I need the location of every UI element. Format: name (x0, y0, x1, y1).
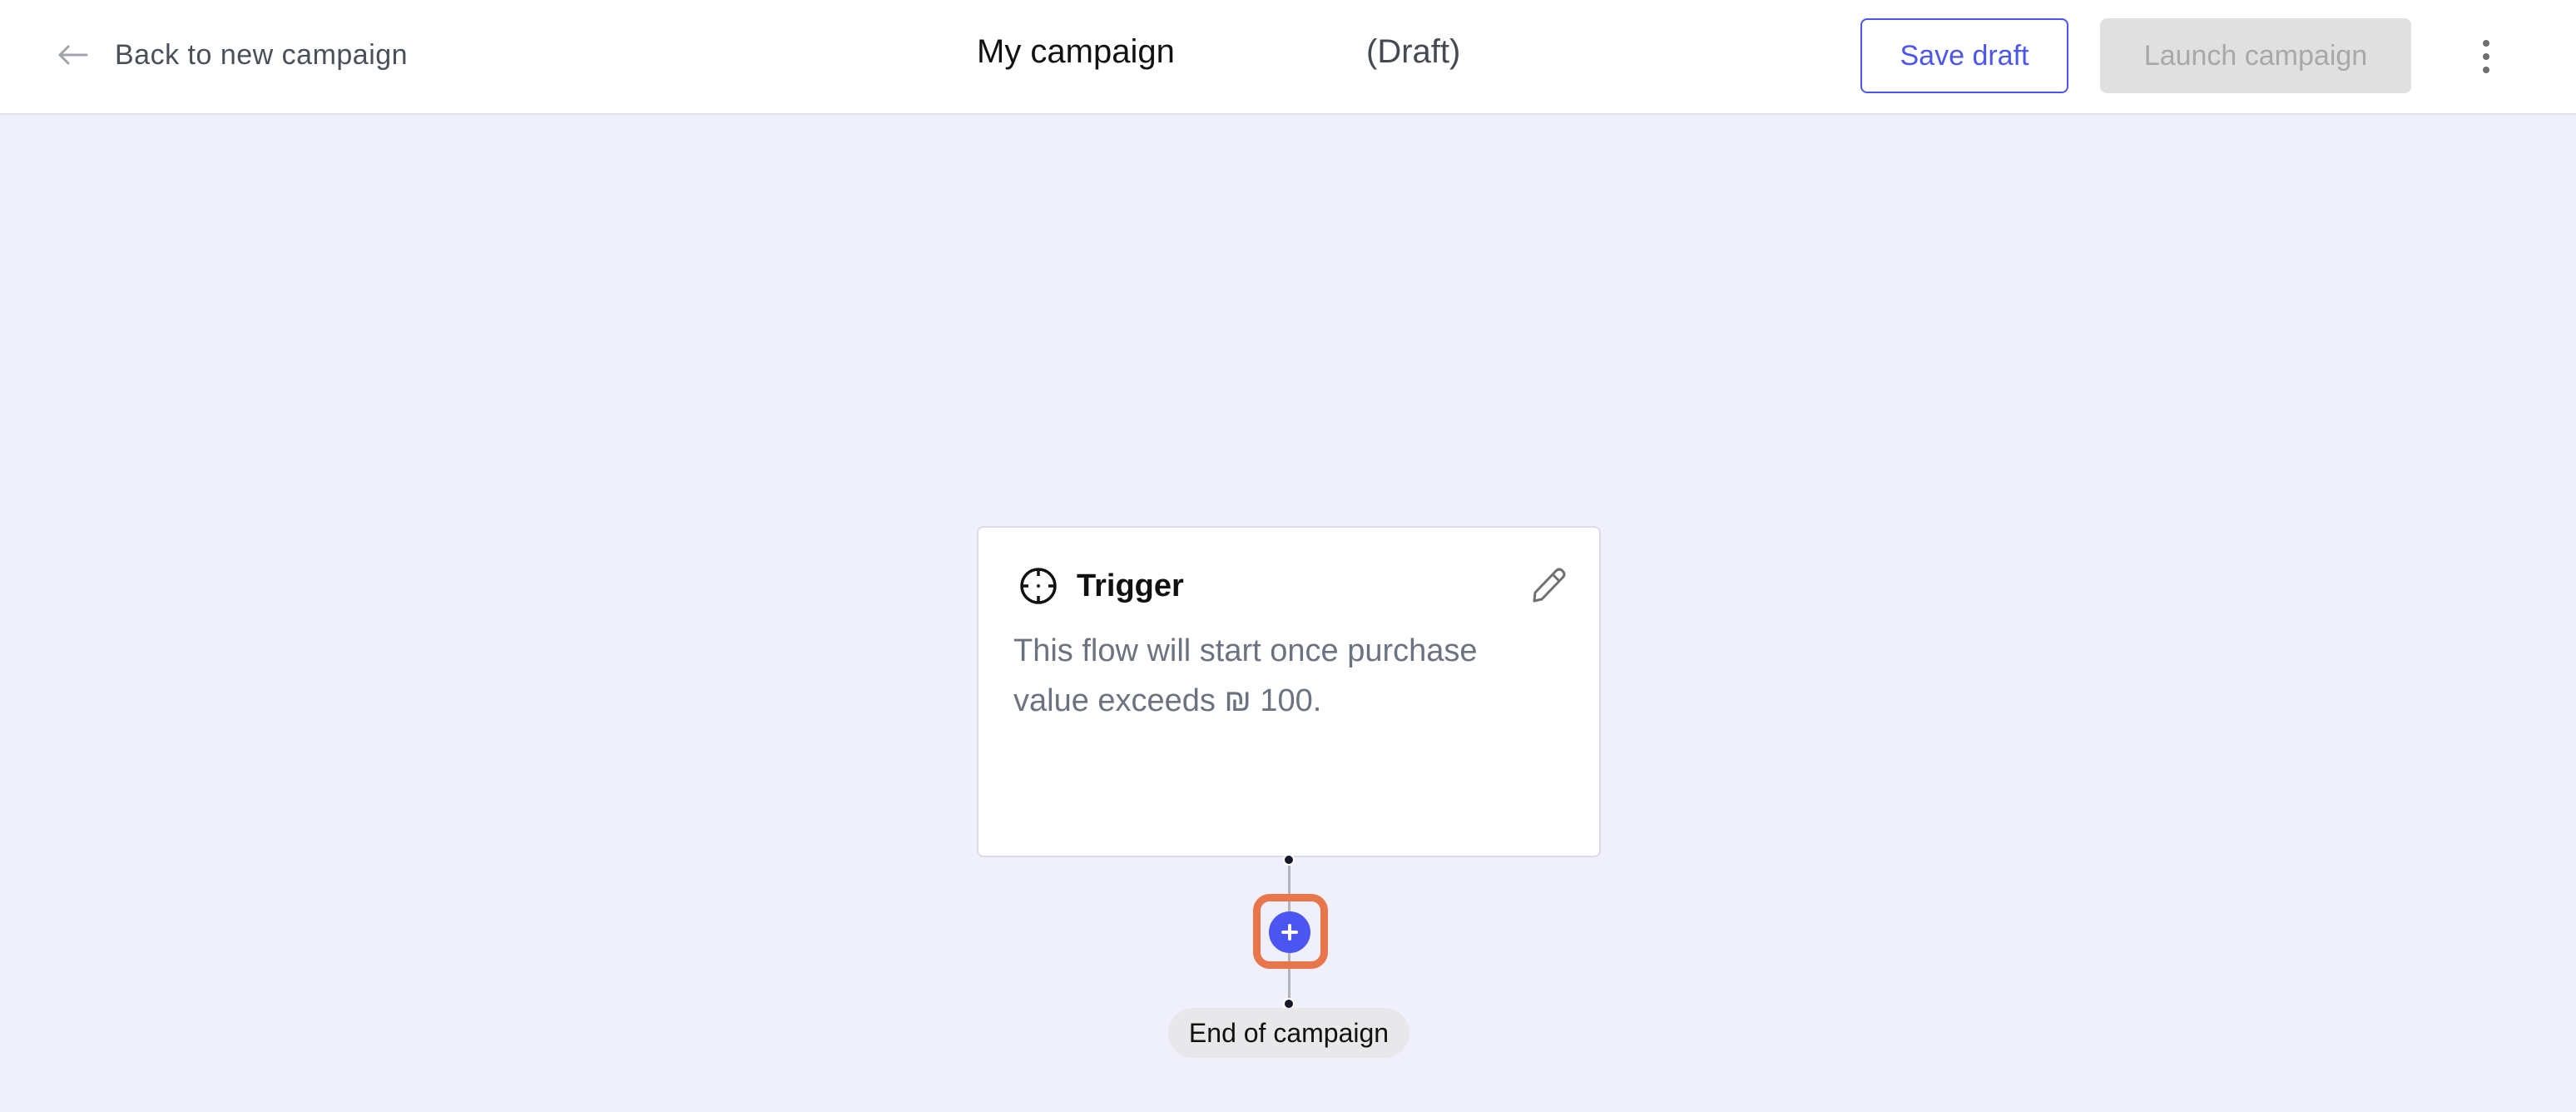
trigger-card-header: Trigger (1018, 566, 1184, 606)
back-link[interactable]: Back to new campaign (57, 32, 408, 78)
end-of-campaign-label: End of campaign (1168, 1008, 1409, 1058)
pencil-icon[interactable] (1524, 563, 1571, 609)
top-bar: Back to new campaign My campaign (Draft)… (0, 0, 2576, 115)
connector-dot-top (1283, 854, 1295, 866)
arrow-left-icon (57, 45, 88, 65)
status-badge: (Draft) (1366, 33, 1461, 70)
more-vertical-icon (2483, 40, 2489, 47)
crosshair-icon (1020, 568, 1057, 604)
more-options-button[interactable] (2469, 33, 2503, 80)
trigger-title: Trigger (1077, 568, 1184, 603)
back-label: Back to new campaign (115, 38, 409, 71)
campaign-title: My campaign (977, 33, 1175, 70)
add-step-button[interactable] (1269, 911, 1310, 953)
plus-icon (1281, 924, 1298, 941)
trigger-description: This flow will start once purchase value… (1013, 633, 1478, 718)
trigger-card[interactable]: Trigger This flow will start once purcha… (977, 526, 1601, 857)
save-draft-button[interactable]: Save draft (1860, 18, 2068, 93)
launch-campaign-button[interactable]: Launch campaign (2100, 18, 2411, 93)
